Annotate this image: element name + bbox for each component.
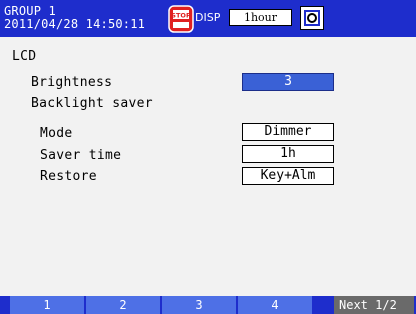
- softkey-4[interactable]: 4: [238, 296, 312, 314]
- camera-icon[interactable]: [300, 6, 324, 30]
- saver-time-field[interactable]: 1h: [242, 145, 334, 163]
- restore-label: Restore: [40, 169, 97, 184]
- disp-label: DISP: [195, 11, 221, 24]
- page-title: LCD: [12, 49, 37, 64]
- softkey-3[interactable]: 3: [162, 296, 236, 314]
- restore-field[interactable]: Key+Alm: [242, 167, 334, 185]
- backlight-saver-label: Backlight saver: [31, 96, 153, 111]
- display-interval-box[interactable]: 1hour: [229, 9, 292, 26]
- stop-icon-text: STOP: [171, 12, 191, 20]
- lcd-settings-screen: GROUP 1 2011/04/28 14:50:11 STOP DISP 1h…: [0, 0, 416, 314]
- softkey-1[interactable]: 1: [10, 296, 84, 314]
- mode-label: Mode: [40, 126, 73, 141]
- camera-lens: [307, 13, 317, 23]
- brightness-field[interactable]: 3: [242, 73, 334, 91]
- mode-field[interactable]: Dimmer: [242, 123, 334, 141]
- brightness-label: Brightness: [31, 75, 113, 90]
- status-header: GROUP 1 2011/04/28 14:50:11 STOP DISP 1h…: [0, 0, 416, 37]
- saver-time-label: Saver time: [40, 148, 122, 163]
- datetime-display: 2011/04/28 14:50:11: [4, 17, 146, 31]
- next-page-button[interactable]: Next 1/2: [334, 296, 414, 314]
- group-label: GROUP 1: [4, 4, 56, 18]
- softkey-2[interactable]: 2: [86, 296, 160, 314]
- stop-icon: STOP: [168, 5, 194, 33]
